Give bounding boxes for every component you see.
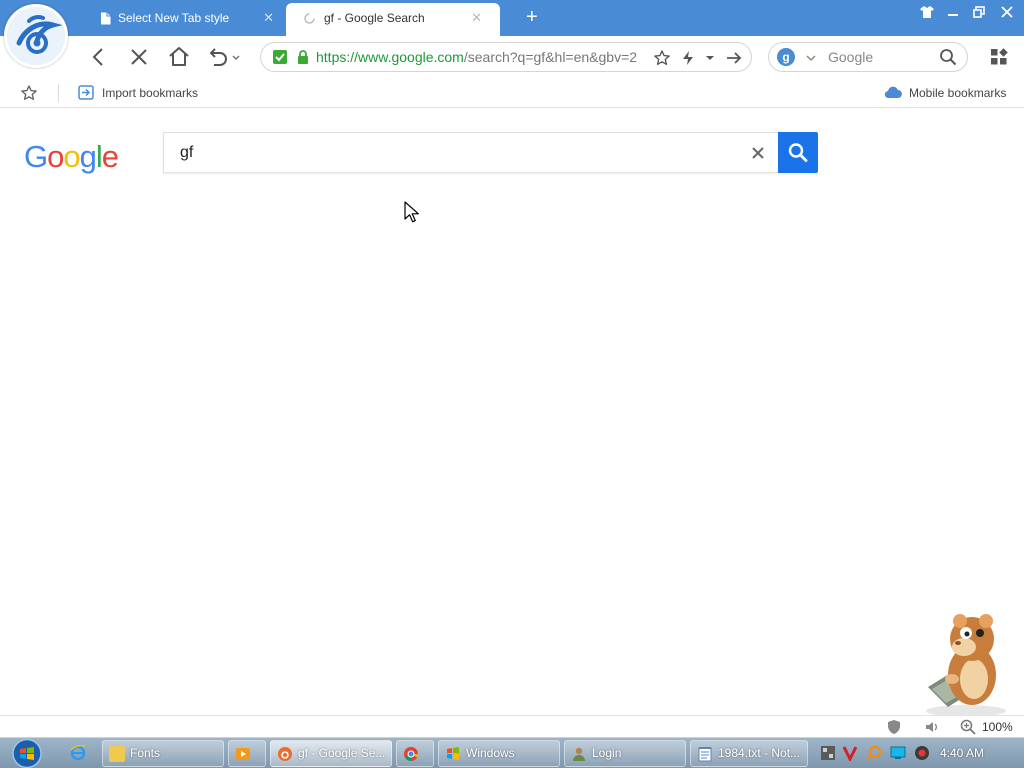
logo-letter: g <box>79 139 97 174</box>
undo-close-tab-icon[interactable] <box>206 44 242 70</box>
search-engine-badge-icon[interactable]: g <box>777 48 795 66</box>
user-icon <box>573 747 585 761</box>
tab-strip: Select New Tab style ✕ gf - Google Searc… <box>0 0 1024 36</box>
search-engine-name: Google <box>828 49 874 65</box>
mouse-cursor-icon <box>404 201 419 223</box>
windows-app-icon <box>447 747 459 760</box>
shield-icon[interactable] <box>886 719 902 735</box>
logo-letter: G <box>24 139 48 174</box>
taskbar-item-browser[interactable]: gf - Google Se... <box>270 740 392 767</box>
search-engine-box[interactable]: g Google <box>768 42 968 72</box>
taskbar-item-notepad[interactable]: 1984.txt - Not... <box>690 740 808 767</box>
chevron-down-icon[interactable] <box>805 52 817 64</box>
search-input[interactable] <box>164 133 744 172</box>
windows-start-icon[interactable] <box>8 738 46 768</box>
page-icon <box>101 12 111 25</box>
url-host: https://www.google.com <box>316 49 464 65</box>
restore-icon[interactable] <box>968 2 990 22</box>
go-arrow-icon[interactable] <box>725 49 743 67</box>
bookmarks-divider <box>58 84 59 102</box>
media-player-icon <box>236 748 250 760</box>
mobile-bookmarks-button[interactable]: Mobile bookmarks <box>884 78 1018 108</box>
google-search-box <box>163 132 818 173</box>
bookmark-star-icon[interactable] <box>20 84 38 102</box>
stop-loading-icon[interactable] <box>126 44 152 70</box>
browser-logo-icon[interactable] <box>4 4 68 68</box>
tray-app-icon[interactable] <box>820 745 836 761</box>
lock-icon <box>298 50 308 64</box>
page-content: Google <box>0 109 1024 717</box>
hamster-mascot-icon <box>926 614 1006 717</box>
tray-display-icon[interactable] <box>890 745 906 761</box>
zoom-level[interactable]: 100% <box>982 716 1013 738</box>
browser-icon <box>278 747 292 761</box>
home-icon[interactable] <box>166 44 192 70</box>
folder-icon <box>109 746 125 762</box>
taskbar-item-fonts[interactable]: Fonts <box>102 740 224 767</box>
url-path: /search?q=gf&hl=en&gbv=2 <box>463 49 638 65</box>
chevron-down-icon[interactable] <box>701 49 719 67</box>
import-icon <box>78 85 94 100</box>
taskbar-item-label: Windows <box>466 746 515 760</box>
minimize-icon[interactable] <box>942 2 964 22</box>
internet-explorer-icon[interactable] <box>70 745 86 761</box>
close-window-icon[interactable] <box>996 2 1018 22</box>
taskbar-item-label: Login <box>592 746 622 760</box>
zoom-icon[interactable] <box>960 719 976 735</box>
search-icon <box>788 143 808 162</box>
taskbar-item-windows[interactable]: Windows <box>438 740 560 767</box>
taskbar-item-media[interactable] <box>228 740 266 767</box>
status-bar: 100% <box>0 715 1024 737</box>
address-bar[interactable]: https://www.google.com/search?q=gf&hl=en… <box>260 42 752 72</box>
bookmarks-bar: Import bookmarks Mobile bookmarks <box>0 78 1024 108</box>
search-button[interactable] <box>778 132 818 173</box>
logo-letter: o <box>63 139 80 174</box>
apps-grid-icon[interactable] <box>990 48 1008 66</box>
chrome-icon <box>404 747 419 762</box>
back-icon[interactable] <box>86 44 112 70</box>
import-bookmarks-label: Import bookmarks <box>102 86 199 100</box>
logo-letter: o <box>47 139 64 174</box>
notepad-icon <box>698 747 712 762</box>
navigation-bar: https://www.google.com/search?q=gf&hl=en… <box>0 36 1024 78</box>
google-logo[interactable]: Google <box>24 139 119 175</box>
tab-close-icon[interactable]: ✕ <box>263 3 274 33</box>
bookmark-star-icon[interactable] <box>653 49 671 67</box>
taskbar-item-label: Fonts <box>130 746 161 760</box>
skin-shirt-icon[interactable] <box>916 2 938 22</box>
tab-close-icon[interactable]: ✕ <box>471 3 482 33</box>
mobile-bookmarks-label: Mobile bookmarks <box>909 86 1007 100</box>
new-tab-plus-icon[interactable]: + <box>526 4 538 30</box>
search-icon[interactable] <box>939 48 957 66</box>
screen: Select New Tab style ✕ gf - Google Searc… <box>0 0 1024 768</box>
tray-search-icon[interactable] <box>866 745 882 761</box>
tab-title: Select New Tab style <box>118 11 230 25</box>
tray-record-icon[interactable] <box>914 745 930 761</box>
tab-gf-google-search[interactable]: gf - Google Search ✕ <box>286 3 500 36</box>
taskbar-item-chrome[interactable] <box>396 740 434 767</box>
tray-v-icon[interactable] <box>842 745 858 761</box>
tab-title: gf - Google Search <box>324 11 425 25</box>
speaker-icon[interactable] <box>924 719 940 735</box>
taskbar-item-label: gf - Google Se... <box>298 746 386 760</box>
lightning-icon[interactable] <box>679 49 697 67</box>
loading-spinner-icon <box>304 13 315 24</box>
url-text[interactable]: https://www.google.com/search?q=gf&hl=en… <box>316 43 648 71</box>
tab-select-new-tab-style[interactable]: Select New Tab style ✕ <box>82 3 292 33</box>
clear-icon[interactable] <box>748 143 768 163</box>
system-clock[interactable]: 4:40 AM <box>940 738 984 768</box>
taskbar: Fonts gf - Google Se... Windows Login 19… <box>0 737 1024 768</box>
cloud-icon <box>884 86 902 99</box>
taskbar-item-label: 1984.txt - Not... <box>718 746 801 760</box>
logo-letter: e <box>101 139 119 174</box>
secure-check-icon <box>273 50 287 64</box>
taskbar-item-login[interactable]: Login <box>564 740 686 767</box>
